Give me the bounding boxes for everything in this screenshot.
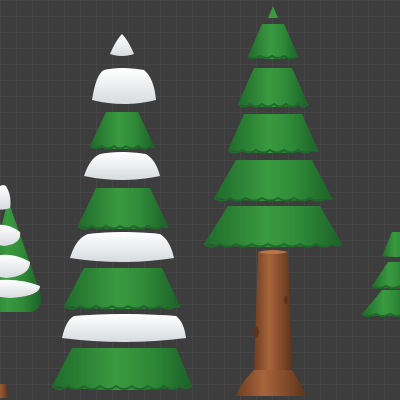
snow-band xyxy=(84,152,160,180)
tree-pine-tall[interactable] xyxy=(203,6,343,396)
foliage-tier xyxy=(214,160,332,201)
trunk-base xyxy=(0,384,8,398)
foliage-tier xyxy=(78,188,168,229)
tree-snow-tiered[interactable] xyxy=(51,34,193,390)
foliage-tier xyxy=(204,206,342,247)
snow-band xyxy=(92,68,156,104)
3d-viewport[interactable] xyxy=(0,0,400,400)
tree-left-partial-snowy[interactable] xyxy=(0,185,41,398)
foliage-tier xyxy=(228,114,318,153)
foliage-tier xyxy=(64,268,180,309)
trunk-base xyxy=(236,370,306,396)
tree-right-partial[interactable] xyxy=(361,232,400,317)
snow-cap xyxy=(110,34,134,56)
foliage-tier xyxy=(362,290,400,316)
foliage-tier xyxy=(52,348,192,390)
scene-canvas xyxy=(0,6,400,398)
foliage-tip xyxy=(268,6,278,18)
foliage-tier xyxy=(372,262,400,288)
snow-band xyxy=(62,314,186,342)
trunk xyxy=(254,252,292,372)
foliage-tier xyxy=(382,232,400,257)
snow-band xyxy=(70,232,174,262)
snow-cap xyxy=(0,185,11,210)
foliage-tier xyxy=(248,24,298,59)
foliage-tier xyxy=(238,68,308,107)
foliage-tier xyxy=(90,112,154,149)
